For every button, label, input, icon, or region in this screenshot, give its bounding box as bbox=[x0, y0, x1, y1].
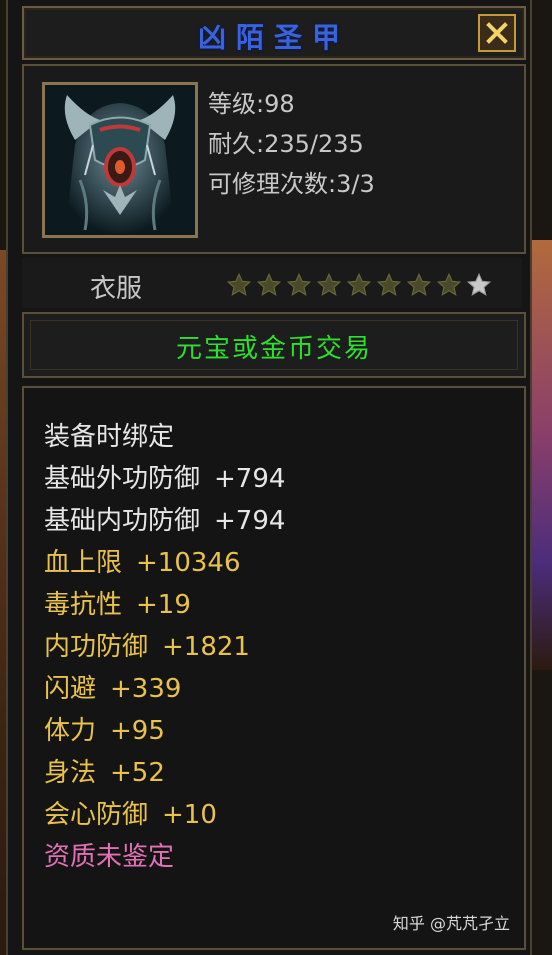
close-button[interactable] bbox=[478, 14, 516, 52]
attribute-row: 内功防御 +1821 bbox=[44, 626, 250, 663]
stat-level: 等级:98 bbox=[208, 84, 295, 119]
stat-level-label: 等级: bbox=[208, 90, 265, 118]
attribute-name: 体力 bbox=[44, 716, 97, 746]
star-icon bbox=[226, 272, 252, 296]
star-icon bbox=[316, 272, 342, 296]
stat-repair-value: 3/3 bbox=[336, 170, 375, 198]
star-icon bbox=[436, 272, 462, 296]
quality-status: 资质未鉴定 bbox=[44, 842, 175, 872]
watermark: 知乎 @芃芃孑立 bbox=[392, 914, 510, 933]
star-icon bbox=[286, 272, 312, 296]
attribute-name: 会心防御 bbox=[44, 800, 149, 830]
star-icon bbox=[346, 272, 372, 296]
item-tooltip-panel: 凶陌圣甲 等级:98 耐久:235/235 可修理次数:3/3 衣服 元宝或金币… bbox=[6, 0, 532, 955]
attribute-value: +794 bbox=[214, 464, 286, 494]
stat-durability-value: 235/235 bbox=[264, 130, 364, 158]
attribute-name: 闪避 bbox=[44, 674, 97, 704]
close-icon bbox=[486, 22, 508, 44]
trade-row: 元宝或金币交易 bbox=[22, 312, 526, 378]
item-info-area: 等级:98 耐久:235/235 可修理次数:3/3 bbox=[22, 64, 526, 254]
attribute-value: +95 bbox=[110, 716, 165, 746]
attribute-row: 会心防御 +10 bbox=[44, 794, 217, 831]
star-icon bbox=[376, 272, 402, 296]
attribute-value: +1821 bbox=[162, 632, 250, 662]
star-icon bbox=[406, 272, 432, 296]
attribute-row: 闪避 +339 bbox=[44, 668, 181, 705]
attribute-row: 血上限 +10346 bbox=[44, 542, 241, 579]
attribute-name: 身法 bbox=[44, 758, 97, 788]
stat-durability: 耐久:235/235 bbox=[208, 124, 364, 159]
star-icon bbox=[466, 272, 492, 296]
attribute-name: 内功防御 bbox=[44, 632, 149, 662]
attribute-value: +10 bbox=[162, 800, 217, 830]
item-category: 衣服 bbox=[90, 274, 143, 304]
attribute-name: 血上限 bbox=[44, 548, 123, 578]
attribute-list: 装备时绑定 基础外功防御 +794 基础内功防御 +794 血上限 +10346 毒抗… bbox=[22, 386, 526, 950]
category-row: 衣服 bbox=[22, 258, 522, 308]
attribute-value: +52 bbox=[110, 758, 165, 788]
item-icon-frame bbox=[42, 82, 198, 238]
attribute-name: 毒抗性 bbox=[44, 590, 123, 620]
attribute-row: 毒抗性 +19 bbox=[44, 584, 191, 621]
stat-repair-label: 可修理次数: bbox=[208, 170, 337, 198]
stat-level-value: 98 bbox=[264, 90, 295, 118]
attribute-row: 体力 +95 bbox=[44, 710, 165, 747]
stat-durability-label: 耐久: bbox=[208, 130, 265, 158]
attribute-name: 基础内功防御 bbox=[44, 506, 201, 536]
attribute-row: 基础内功防御 +794 bbox=[44, 500, 285, 537]
attribute-value: +339 bbox=[110, 674, 182, 704]
attribute-row: 基础外功防御 +794 bbox=[44, 458, 285, 495]
title-bar: 凶陌圣甲 bbox=[22, 6, 526, 60]
attribute-row: 身法 +52 bbox=[44, 752, 165, 789]
star-icon bbox=[256, 272, 282, 296]
stat-repair-count: 可修理次数:3/3 bbox=[208, 164, 375, 199]
trade-type: 元宝或金币交易 bbox=[175, 334, 372, 364]
star-rating bbox=[226, 272, 492, 298]
bind-status: 装备时绑定 bbox=[44, 422, 175, 452]
attribute-value: +794 bbox=[214, 506, 286, 536]
attribute-value: +10346 bbox=[136, 548, 241, 578]
attribute-name: 基础外功防御 bbox=[44, 464, 201, 494]
item-title: 凶陌圣甲 bbox=[197, 21, 350, 54]
armor-icon bbox=[45, 85, 195, 235]
attribute-value: +19 bbox=[136, 590, 191, 620]
